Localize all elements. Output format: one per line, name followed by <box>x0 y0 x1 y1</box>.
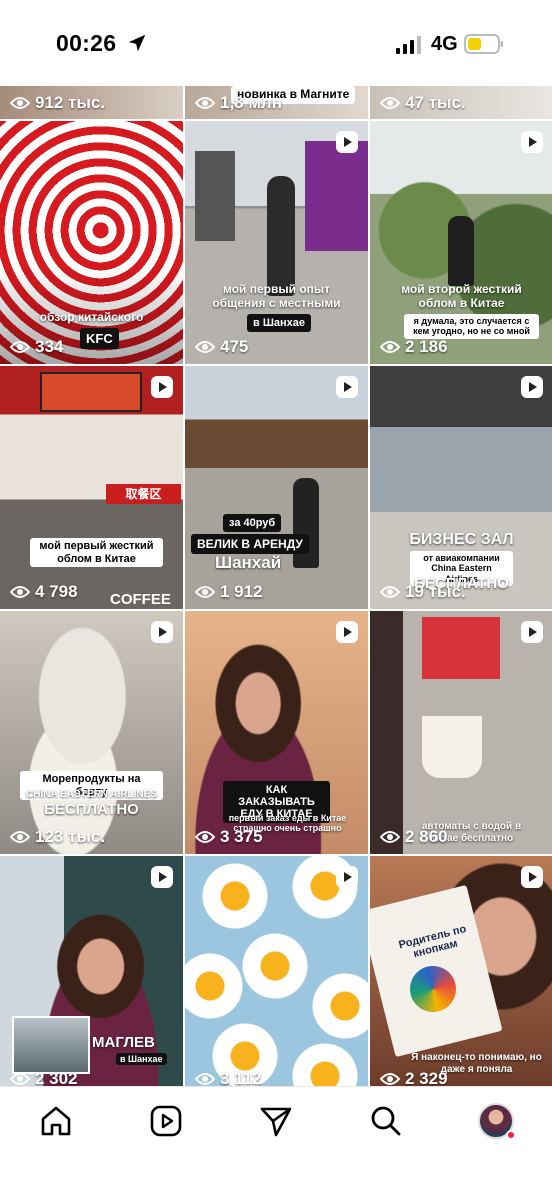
battery-icon <box>464 34 503 54</box>
bike-price-label: за 40руб <box>223 514 282 532</box>
tile-title: БИЗНЕС ЗАЛ <box>409 531 514 548</box>
tile-title: МАГЛЕВ <box>92 1034 155 1051</box>
tile-caption: мой первый жесткий облом в Китае <box>30 538 163 568</box>
city-label: Шанхай <box>215 553 282 572</box>
eye-icon <box>195 341 215 353</box>
grid-tile[interactable]: обзор китайского KFC 334 <box>0 121 183 364</box>
reel-icon <box>336 376 358 398</box>
tile-caption: мой первый опыт общения с местными <box>212 282 341 310</box>
reel-icon <box>336 131 358 153</box>
coffee-sign: COFFEE <box>110 591 171 608</box>
eye-icon <box>10 1073 30 1085</box>
grid-tile[interactable]: 3 112 <box>185 856 368 1086</box>
reel-icon <box>521 131 543 153</box>
eye-icon <box>10 341 30 353</box>
tile-subcaption: CHINA EASTERN AIRLINES <box>26 789 157 800</box>
eye-icon <box>380 341 400 353</box>
view-count: 1 912 <box>220 582 263 601</box>
eye-icon <box>195 831 215 843</box>
view-count: 2 860 <box>405 827 448 846</box>
view-count: 123 тыс. <box>35 827 106 846</box>
send-icon[interactable] <box>258 1103 294 1139</box>
grid-tile[interactable]: Морепродукты на борту CHINA EASTERN AIRL… <box>0 611 183 854</box>
home-icon[interactable] <box>38 1103 74 1139</box>
counter-sign: 取餐区 <box>106 484 181 504</box>
reel-icon <box>151 866 173 888</box>
maglev-inset-image <box>12 1016 90 1074</box>
grid-tile[interactable]: за 40руб ВЕЛИК В АРЕНДУ Шанхай 1 912 <box>185 366 368 609</box>
eye-icon <box>195 97 215 109</box>
posts-grid: 912 тыс. новинка в Магните 1,8 млн 47 ты… <box>0 86 552 1086</box>
tile-subcaption: в Шанхае <box>116 1053 167 1065</box>
view-count: 47 тыс. <box>405 93 466 112</box>
grid-tile[interactable]: МАГЛЕВ в Шанхае 2 302 <box>0 856 183 1086</box>
location-arrow-icon <box>128 34 146 52</box>
tile-caption: обзор китайского <box>39 310 144 324</box>
notification-dot <box>506 1130 516 1140</box>
tile-badge: KFC <box>80 328 119 349</box>
cellular-signal-icon <box>396 36 421 54</box>
status-time: 00:26 <box>56 30 117 56</box>
grid-tile[interactable]: автоматы с водой в Китае бесплатно 2 860 <box>370 611 552 854</box>
reel-icon <box>151 376 173 398</box>
bottom-nav <box>0 1086 552 1200</box>
reel-icon <box>521 621 543 643</box>
reel-icon <box>521 866 543 888</box>
network-type: 4G <box>431 33 458 55</box>
grid-tile[interactable]: мой второй жесткий облом в Китае я думал… <box>370 121 552 364</box>
reels-icon[interactable] <box>148 1103 184 1139</box>
view-count: 19 тыс. <box>405 582 466 601</box>
grid-tile[interactable]: КАК ЗАКАЗЫВАТЬ ЕДУ В КИТАЕ первый заказ … <box>185 611 368 854</box>
eye-icon <box>380 586 400 598</box>
status-bar: 00:26 4G <box>0 0 552 86</box>
view-count: 912 тыс. <box>35 93 106 112</box>
grid-tile[interactable]: 47 тыс. <box>370 86 552 119</box>
reel-icon <box>521 376 543 398</box>
view-count: 475 <box>220 337 249 356</box>
view-count: 2 302 <box>35 1069 78 1086</box>
view-count: 4 798 <box>35 582 78 601</box>
view-count: 334 <box>35 337 64 356</box>
grid-tile[interactable]: 取餐区 мой первый жесткий облом в Китае COF… <box>0 366 183 609</box>
tile-title2: БЕСПЛАТНО <box>44 801 139 818</box>
search-icon[interactable] <box>368 1103 404 1139</box>
eye-icon <box>195 586 215 598</box>
eye-icon <box>10 97 30 109</box>
eye-icon <box>380 831 400 843</box>
grid-tile[interactable]: Родитель по кнопкам Я наконец-то понимаю… <box>370 856 552 1086</box>
eye-icon <box>380 97 400 109</box>
reel-icon <box>336 866 358 888</box>
eye-icon <box>195 1073 215 1085</box>
view-count: 1,8 млн <box>220 93 282 112</box>
bike-rent-label: ВЕЛИК В АРЕНДУ <box>191 534 309 554</box>
reel-icon <box>151 621 173 643</box>
grid-tile[interactable]: БИЗНЕС ЗАЛ от авиакомпании China Eastern… <box>370 366 552 609</box>
grid-tile[interactable]: новинка в Магните 1,8 млн <box>185 86 368 119</box>
grid-tile[interactable]: 912 тыс. <box>0 86 183 119</box>
eye-icon <box>10 831 30 843</box>
grid-tile[interactable]: мой первый опыт общения с местными в Шан… <box>185 121 368 364</box>
view-count: 2 329 <box>405 1069 448 1086</box>
fried-eggs-pattern <box>185 856 368 1086</box>
pagoda-street-photo <box>185 366 368 609</box>
tile-caption: мой второй жесткий облом в Китае <box>401 282 522 310</box>
view-count: 3 112 <box>220 1069 262 1086</box>
reel-icon <box>336 621 358 643</box>
view-count: 2 186 <box>405 337 448 356</box>
view-count: 3 375 <box>220 827 263 846</box>
eye-icon <box>10 586 30 598</box>
tile-subcaption: я думала, это случается с кем угодно, но… <box>404 314 539 339</box>
eye-icon <box>380 1073 400 1085</box>
tile-badge: в Шанхае <box>247 314 311 332</box>
